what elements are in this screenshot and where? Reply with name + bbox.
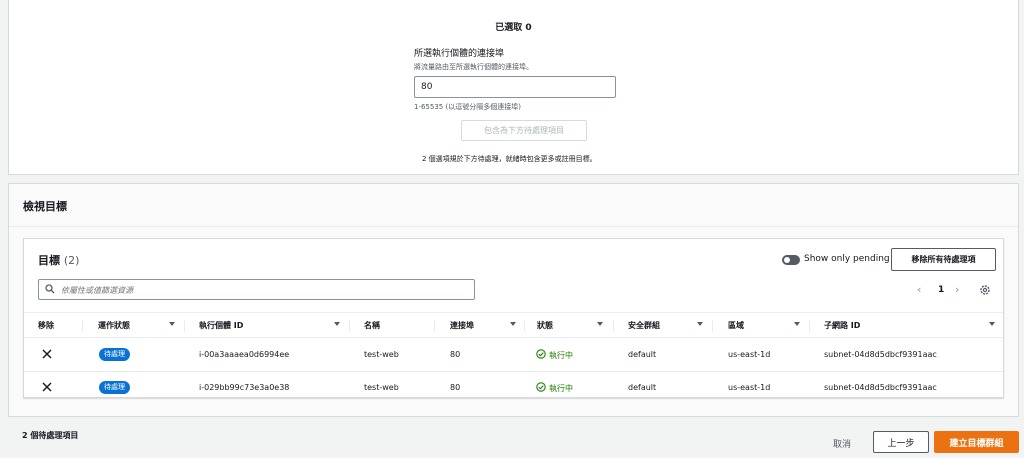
previous-button[interactable]: 上一步 — [873, 431, 929, 453]
cancel-button[interactable]: 取消 — [833, 437, 851, 450]
table-row: 待處理 i-029bb99c73e3a0e38 test-web 80 執行中 … — [24, 372, 1003, 405]
instance-id: i-029bb99c73e3a0e38 — [199, 383, 290, 392]
column-separator — [524, 320, 525, 332]
subnet-id: subnet-04d8d5dbcf9391aac — [824, 350, 937, 359]
sort-caret-icon[interactable] — [334, 322, 340, 326]
col-health[interactable]: 運作狀態 — [98, 320, 130, 331]
col-instance-id[interactable]: 執行個體 ID — [199, 320, 243, 331]
column-separator — [434, 320, 435, 332]
column-separator — [712, 320, 713, 332]
pending-badge: 待處理 — [99, 381, 130, 394]
search-input[interactable] — [61, 283, 461, 297]
sort-caret-icon[interactable] — [597, 322, 603, 326]
port-value: 80 — [450, 350, 461, 359]
security-group: default — [628, 383, 657, 392]
security-group: default — [628, 350, 657, 359]
column-separator — [82, 320, 83, 332]
divider — [9, 226, 1018, 227]
targets-count: (2) — [63, 254, 80, 267]
pending-note: 2 個選項規於下方待處理，就緒時包含更多或註冊目標。 — [422, 155, 597, 163]
port-input[interactable] — [414, 76, 616, 98]
availability-zone: us-east-1d — [728, 383, 771, 392]
settings-gear-icon[interactable] — [979, 284, 991, 296]
col-name[interactable]: 名稱 — [364, 320, 380, 331]
column-separator — [184, 320, 185, 332]
col-state[interactable]: 狀態 — [537, 320, 553, 331]
current-page[interactable]: 1 — [938, 285, 944, 295]
chevron-right-icon[interactable]: › — [955, 283, 959, 296]
table-header: 移除 運作狀態 執行個體 ID 名稱 連接埠 狀態 安全群組 區域 子網路 ID — [24, 312, 1003, 338]
col-remove: 移除 — [38, 321, 54, 330]
table-row: 待處理 i-00a3aaaea0d6994ee test-web 80 執行中 … — [24, 339, 1003, 372]
instance-name: test-web — [364, 383, 399, 392]
show-only-pending-toggle[interactable] — [782, 255, 800, 265]
column-separator — [809, 320, 810, 332]
pending-items-count: 2 個待處理項目 — [22, 431, 79, 440]
review-targets-panel: 檢視目標 目標 (2) Show only pending 移除所有待處理項 ‹… — [8, 183, 1019, 417]
create-target-group-button[interactable]: 建立目標群組 — [934, 431, 1019, 453]
instance-id: i-00a3aaaea0d6994ee — [199, 350, 290, 359]
include-pending-button[interactable]: 包含為下方待處理項目 — [461, 120, 587, 141]
col-zone[interactable]: 區域 — [728, 320, 744, 331]
port-description: 將流量路由至所選執行個體的連接埠。 — [414, 63, 533, 71]
sort-caret-icon[interactable] — [169, 322, 175, 326]
availability-zone: us-east-1d — [728, 350, 771, 359]
remove-all-pending-button[interactable]: 移除所有待處理項 — [891, 248, 996, 271]
show-only-pending-label: Show only pending — [804, 254, 890, 264]
port-value: 80 — [450, 383, 461, 392]
sort-caret-icon[interactable] — [989, 322, 995, 326]
close-x-icon[interactable] — [42, 349, 52, 359]
search-box[interactable] — [38, 279, 475, 300]
targets-title: 目標 (2) — [38, 254, 80, 267]
selected-count: 已選取 0 — [495, 23, 532, 33]
review-title: 檢視目標 — [23, 200, 67, 213]
port-form: 所選執行個體的連接埠 將流量路由至所選執行個體的連接埠。 1-65535 (以逗… — [414, 46, 634, 112]
instance-name: test-web — [364, 350, 399, 359]
col-port[interactable]: 連接埠 — [450, 320, 474, 331]
state-text: 執行中 — [549, 351, 573, 360]
sort-caret-icon[interactable] — [794, 322, 800, 326]
search-icon — [45, 284, 55, 294]
column-separator — [349, 320, 350, 332]
col-subnet-id[interactable]: 子網路 ID — [824, 320, 860, 331]
subnet-id: subnet-04d8d5dbcf9391aac — [824, 383, 937, 392]
sort-caret-icon[interactable] — [697, 322, 703, 326]
state-text: 執行中 — [549, 384, 573, 393]
col-security-group[interactable]: 安全群組 — [628, 320, 660, 331]
pending-badge: 待處理 — [99, 348, 130, 361]
port-hint: 1-65535 (以逗號分隔多個連接埠) — [414, 103, 521, 111]
check-circle-icon — [536, 382, 546, 392]
register-targets-panel: 已選取 0 所選執行個體的連接埠 將流量路由至所選執行個體的連接埠。 1-655… — [8, 0, 1019, 175]
close-x-icon[interactable] — [42, 382, 52, 392]
port-label: 所選執行個體的連接埠 — [414, 49, 505, 59]
chevron-left-icon[interactable]: ‹ — [917, 283, 921, 296]
sort-caret-icon[interactable] — [510, 322, 516, 326]
check-circle-icon — [536, 349, 546, 359]
column-separator — [613, 320, 614, 332]
targets-table-container: 目標 (2) Show only pending 移除所有待處理項 ‹ 1 › … — [23, 238, 1004, 398]
toggle-knob — [784, 257, 790, 263]
